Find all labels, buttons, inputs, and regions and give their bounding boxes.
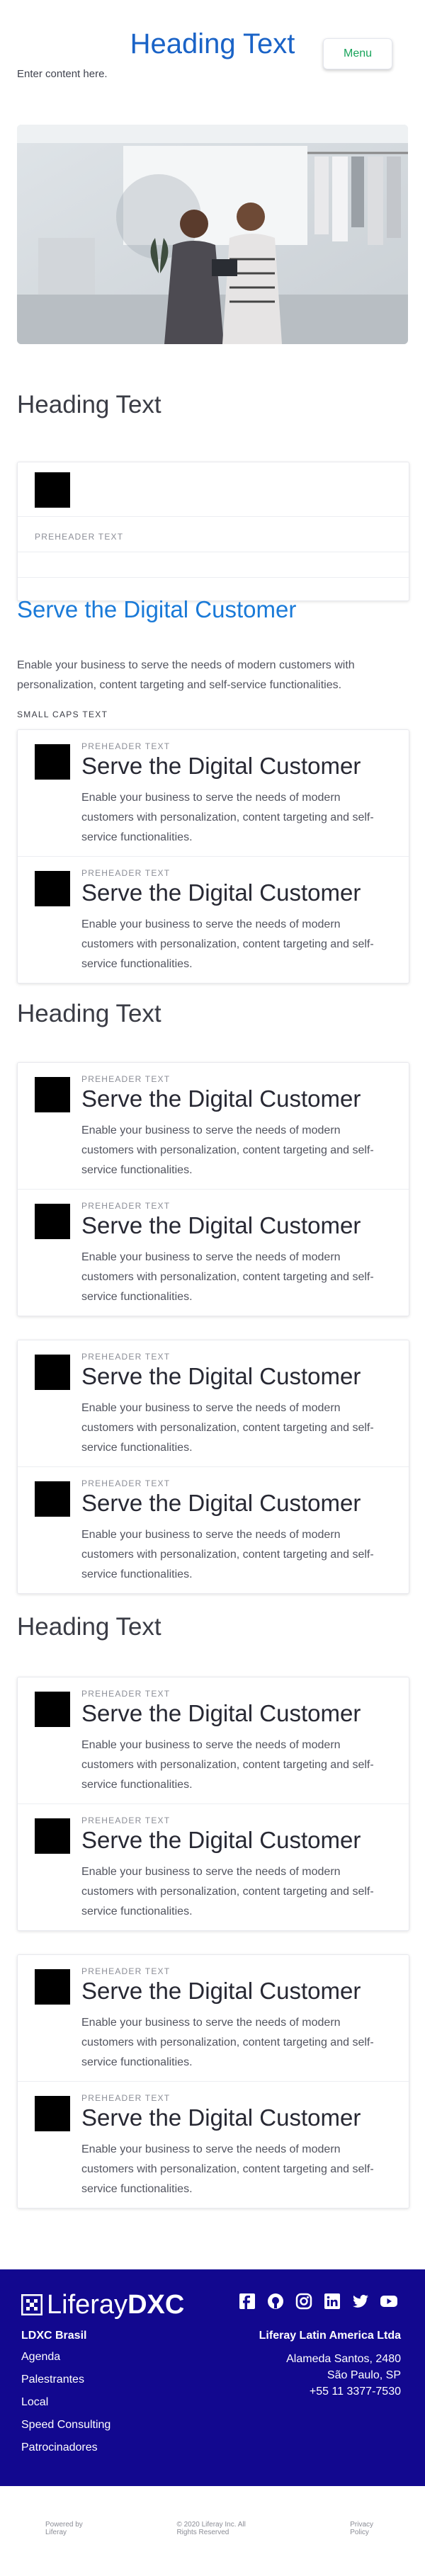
- linkedin-icon[interactable]: [323, 2292, 341, 2310]
- footer-nav: Agenda Palestrantes Local Speed Consulti…: [21, 2346, 110, 2459]
- item-description: Enable your business to serve the needs …: [81, 2143, 374, 2195]
- item-image: [35, 1969, 70, 2005]
- item-preheader: PREHEADER TEXT: [81, 1478, 171, 1488]
- site-footer: LiferayDXC LDXC Brasil Agenda Palestrant…: [0, 2269, 425, 2486]
- divider: [18, 577, 409, 578]
- privacy-policy-link[interactable]: Privacy Policy: [305, 2521, 425, 2536]
- card-list: PREHEADER TEXT Serve the Digital Custome…: [17, 1677, 409, 1931]
- logo-text: LiferayDXC: [47, 2289, 185, 2320]
- header-subtitle: Enter content here.: [17, 68, 108, 80]
- item-description: Enable your business to serve the needs …: [81, 1866, 374, 1917]
- divider: [18, 516, 409, 517]
- footer-phone: +55 11 3377-7530: [309, 2386, 401, 2398]
- item-image: [35, 1355, 70, 1390]
- twitter-icon[interactable]: [351, 2292, 370, 2310]
- footer-link-local[interactable]: Local: [21, 2391, 110, 2414]
- item-preheader: PREHEADER TEXT: [81, 1689, 171, 1699]
- card-list: PREHEADER TEXT Serve the Digital Custome…: [17, 1954, 409, 2209]
- card-list: PREHEADER TEXT Serve the Digital Custome…: [17, 1340, 409, 1594]
- item-preheader: PREHEADER TEXT: [81, 868, 171, 878]
- item-preheader: PREHEADER TEXT: [81, 2093, 171, 2103]
- item-description: Enable your business to serve the needs …: [81, 792, 374, 843]
- item-title: Serve the Digital Customer: [81, 1212, 361, 1238]
- github-icon[interactable]: [266, 2292, 285, 2310]
- item-preheader: PREHEADER TEXT: [81, 1201, 171, 1211]
- list-item[interactable]: PREHEADER TEXT Serve the Digital Custome…: [18, 1063, 409, 1190]
- item-description: Enable your business to serve the needs …: [81, 2017, 374, 2068]
- liferay-logo[interactable]: LiferayDXC: [21, 2289, 185, 2320]
- hero-image: [17, 125, 408, 344]
- item-image: [35, 2096, 70, 2131]
- item-title: Serve the Digital Customer: [81, 1085, 361, 1112]
- section-heading: Heading Text: [17, 1000, 162, 1027]
- liferay-logo-mark: [21, 2294, 42, 2315]
- facebook-icon[interactable]: [238, 2292, 256, 2310]
- item-image: [35, 1077, 70, 1112]
- item-description: Enable your business to serve the needs …: [81, 1251, 374, 1303]
- site-header: Heading Text Menu Enter content here.: [0, 0, 425, 85]
- item-preheader: PREHEADER TEXT: [81, 1074, 171, 1084]
- item-description: Enable your business to serve the needs …: [81, 1739, 374, 1791]
- item-title: Serve the Digital Customer: [81, 1700, 361, 1726]
- list-item[interactable]: PREHEADER TEXT Serve the Digital Custome…: [18, 1340, 409, 1467]
- item-image: [35, 1692, 70, 1727]
- item-image: [35, 1481, 70, 1517]
- footer-link-agenda[interactable]: Agenda: [21, 2346, 110, 2369]
- item-title: Serve the Digital Customer: [81, 879, 361, 906]
- intro-text: Enable your business to serve the needs …: [17, 659, 355, 691]
- footer-left-title: LDXC Brasil: [21, 2330, 87, 2342]
- footer-link-patrocinadores[interactable]: Patrocinadores: [21, 2437, 110, 2459]
- item-image: [35, 744, 70, 780]
- page: Heading Text Menu Enter content here. He…: [0, 0, 425, 2576]
- list-item[interactable]: PREHEADER TEXT Serve the Digital Custome…: [18, 1467, 409, 1593]
- bottom-bar: Powered by Liferay © 2020 Liferay Inc. A…: [0, 2521, 425, 2536]
- footer-address-line: Alameda Santos, 2480: [286, 2353, 401, 2365]
- footer-address-line: São Paulo, SP: [327, 2369, 401, 2381]
- item-description: Enable your business to serve the needs …: [81, 1529, 374, 1580]
- menu-button[interactable]: Menu: [323, 38, 392, 69]
- powered-by-link[interactable]: Powered by Liferay: [0, 2521, 131, 2536]
- list-item[interactable]: PREHEADER TEXT Serve the Digital Custome…: [18, 1804, 409, 1930]
- list-item[interactable]: PREHEADER TEXT Serve the Digital Custome…: [18, 1955, 409, 2082]
- item-description: Enable your business to serve the needs …: [81, 1402, 374, 1454]
- item-title: Serve the Digital Customer: [81, 753, 361, 779]
- item-title: Serve the Digital Customer: [81, 1978, 361, 2004]
- serve-heading-link[interactable]: Serve the Digital Customer: [17, 596, 296, 623]
- card-preheader: PREHEADER TEXT: [35, 532, 124, 542]
- item-title: Serve the Digital Customer: [81, 2104, 361, 2131]
- footer-company-name: Liferay Latin America Ltda: [259, 2330, 401, 2342]
- youtube-icon[interactable]: [380, 2292, 398, 2310]
- list-item[interactable]: PREHEADER TEXT Serve the Digital Custome…: [18, 2082, 409, 2208]
- item-title: Serve the Digital Customer: [81, 1827, 361, 1853]
- item-image: [35, 1818, 70, 1854]
- footer-link-palestrantes[interactable]: Palestrantes: [21, 2369, 110, 2391]
- footer-contact: Liferay Latin America Ltda Alameda Santo…: [259, 2330, 401, 2400]
- item-preheader: PREHEADER TEXT: [81, 1352, 171, 1362]
- section-heading: Heading Text: [17, 1613, 162, 1641]
- item-description: Enable your business to serve the needs …: [81, 1124, 374, 1176]
- social-links: [238, 2292, 398, 2310]
- item-preheader: PREHEADER TEXT: [81, 1816, 171, 1825]
- item-image: [35, 871, 70, 906]
- item-image: [35, 1204, 70, 1239]
- card-list: PREHEADER TEXT Serve the Digital Custome…: [17, 729, 409, 984]
- item-description: Enable your business to serve the needs …: [81, 918, 374, 970]
- list-item[interactable]: PREHEADER TEXT Serve the Digital Custome…: [18, 1677, 409, 1804]
- list-item[interactable]: PREHEADER TEXT Serve the Digital Custome…: [18, 730, 409, 857]
- item-preheader: PREHEADER TEXT: [81, 741, 171, 751]
- item-title: Serve the Digital Customer: [81, 1363, 361, 1389]
- item-preheader: PREHEADER TEXT: [81, 1966, 171, 1976]
- section-heading: Heading Text: [17, 391, 162, 418]
- card-list: PREHEADER TEXT Serve the Digital Custome…: [17, 1062, 409, 1316]
- list-item[interactable]: PREHEADER TEXT Serve the Digital Custome…: [18, 1190, 409, 1316]
- small-caps-text: SMALL CAPS TEXT: [17, 709, 108, 719]
- copyright-text: © 2020 Liferay Inc. All Rights Reserved: [176, 2521, 246, 2536]
- instagram-icon[interactable]: [295, 2292, 313, 2310]
- card: PREHEADER TEXT: [17, 462, 409, 601]
- card-image: [35, 472, 70, 508]
- item-title: Serve the Digital Customer: [81, 1490, 361, 1516]
- footer-link-speed-consulting[interactable]: Speed Consulting: [21, 2414, 110, 2437]
- list-item[interactable]: PREHEADER TEXT Serve the Digital Custome…: [18, 857, 409, 983]
